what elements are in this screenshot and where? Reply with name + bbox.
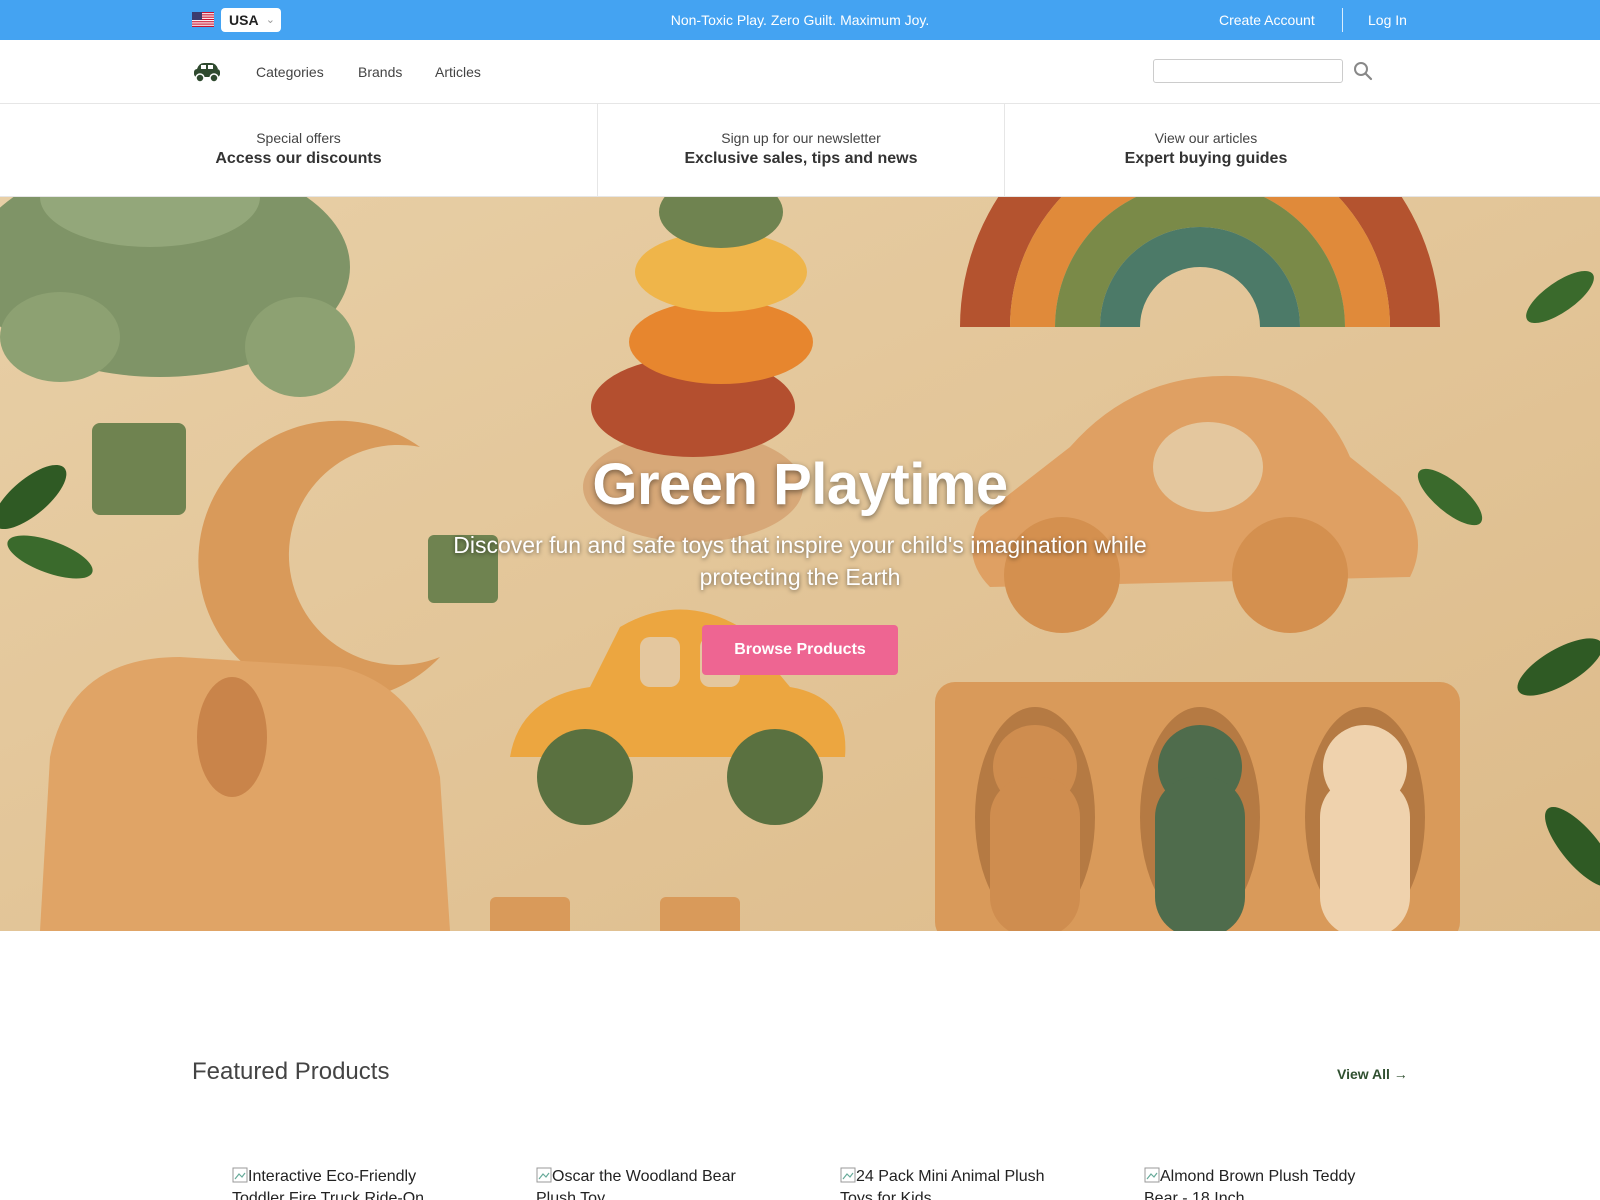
hero-banner: Green Playtime Discover fun and safe toy…	[0, 197, 1600, 931]
country-select[interactable]: USA ⌄	[221, 8, 281, 32]
nav-categories[interactable]: Categories	[256, 40, 324, 104]
promo-small: Sign up for our newsletter	[721, 130, 881, 146]
promo-small: Special offers	[256, 130, 341, 146]
chevron-down-icon: ⌄	[265, 14, 275, 26]
product-card[interactable]: Interactive Eco-Friendly Toddler Fire Tr…	[232, 1166, 452, 1200]
product-name: Almond Brown Plush Teddy Bear - 18 Inch	[1144, 1168, 1356, 1200]
promo-strip: Special offers Access our discounts Sign…	[0, 104, 1600, 197]
nav-articles[interactable]: Articles	[435, 40, 481, 104]
divider	[1342, 8, 1343, 32]
featured-title: Featured Products	[192, 1058, 390, 1085]
broken-image-icon	[1144, 1167, 1160, 1183]
broken-image-icon	[536, 1167, 552, 1183]
hero-subtitle: Discover fun and safe toys that inspire …	[453, 532, 1147, 590]
product-card[interactable]: Almond Brown Plush Teddy Bear - 18 Inch	[1144, 1166, 1364, 1200]
nav-brands[interactable]: Brands	[358, 40, 402, 104]
product-card[interactable]: Oscar the Woodland Bear Plush Toy	[536, 1166, 756, 1200]
announcement-bar: USA ⌄ Non-Toxic Play. Zero Guilt. Maximu…	[0, 0, 1600, 40]
promo-small: View our articles	[1154, 130, 1258, 146]
promo-big: Expert buying guides	[1124, 150, 1288, 167]
create-account-link[interactable]: Create Account	[1219, 0, 1315, 40]
country-value: USA	[229, 12, 259, 28]
hero-title: Green Playtime	[592, 452, 1008, 517]
search-icon[interactable]	[1353, 61, 1373, 81]
promo-articles[interactable]: View our articles Expert buying guides	[1005, 104, 1407, 197]
us-flag-icon	[192, 12, 214, 27]
broken-image-icon	[232, 1167, 248, 1183]
product-name: Interactive Eco-Friendly Toddler Fire Tr…	[232, 1168, 425, 1200]
product-name: 24 Pack Mini Animal Plush Toys for Kids	[840, 1168, 1045, 1200]
promo-discounts[interactable]: Special offers Access our discounts	[0, 104, 597, 197]
view-all-link[interactable]: View All →	[1337, 1066, 1408, 1082]
promo-newsletter[interactable]: Sign up for our newsletter Exclusive sal…	[598, 104, 1004, 197]
promo-big: Access our discounts	[215, 150, 382, 167]
product-card[interactable]: 24 Pack Mini Animal Plush Toys for Kids	[840, 1166, 1060, 1200]
promo-big: Exclusive sales, tips and news	[684, 150, 918, 167]
main-nav: Categories Brands Articles	[0, 40, 1600, 104]
search-input[interactable]	[1153, 59, 1343, 83]
product-name: Oscar the Woodland Bear Plush Toy	[536, 1168, 736, 1200]
broken-image-icon	[840, 1167, 856, 1183]
car-icon[interactable]	[192, 60, 222, 84]
browse-products-button[interactable]: Browse Products	[702, 625, 898, 675]
log-in-link[interactable]: Log In	[1368, 0, 1407, 40]
